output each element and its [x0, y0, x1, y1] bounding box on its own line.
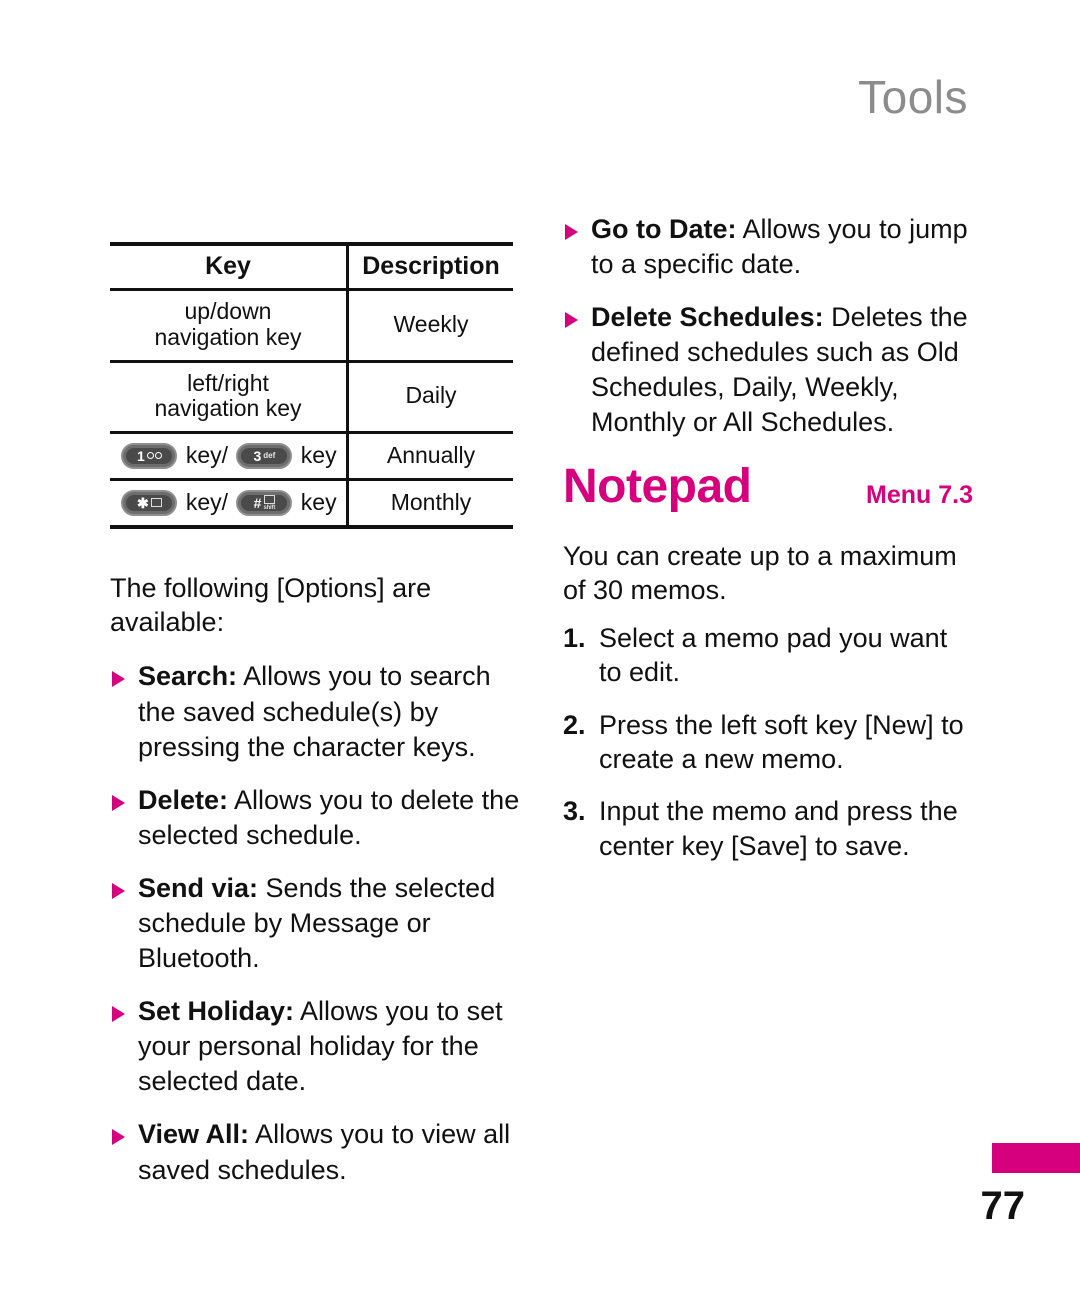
option-item-delete: Delete: Allows you to delete the selecte… — [110, 783, 520, 853]
key-word-2: key — [300, 442, 337, 469]
star-symbol-icon — [150, 498, 162, 508]
key-digit-label: ✱ — [137, 494, 149, 511]
step-text: Select a memo pad you want to edit. — [599, 623, 948, 688]
option-term: Go to Date: — [591, 214, 737, 244]
option-term: Set Holiday: — [138, 996, 295, 1027]
step-item-3: 3. Input the memo and press the center ke… — [563, 794, 973, 863]
options-intro-paragraph: The following [Options] are available: — [110, 572, 432, 638]
page-edge-tab — [992, 1143, 1080, 1173]
page-number: 77 — [980, 1184, 1026, 1228]
bullet-triangle-icon — [565, 312, 578, 329]
option-item-go-to-date: Go to Date: Allows you to jump to a spec… — [563, 212, 973, 282]
chapter-title: Tools — [858, 71, 968, 123]
table-header-key: Key — [110, 242, 348, 291]
table-cell-description: Daily — [346, 361, 513, 434]
bullet-triangle-icon — [565, 224, 578, 240]
key-sub-label: def — [263, 450, 276, 460]
option-term: Search: — [138, 661, 238, 692]
option-term: Send via: — [138, 872, 259, 903]
table-row: left/right navigation key Daily — [110, 361, 513, 434]
right-column: Go to Date: Allows you to jump to a spec… — [563, 200, 973, 881]
table-cell-description: Weekly — [346, 289, 513, 363]
table-row: ✱ key/ # shift key Monthly — [110, 479, 513, 529]
table-header-row: Key Description — [110, 242, 513, 291]
menu-reference: Menu 7.3 — [866, 480, 973, 509]
step-item-2: 2. Press the left soft key [New] to creat… — [563, 708, 973, 777]
key-sub-label: shift — [263, 504, 276, 511]
voicemail-icon — [146, 452, 162, 460]
table-cell-description: Monthly — [346, 479, 513, 529]
notepad-section-heading: Notepad Menu 7.3 — [563, 459, 973, 519]
bullet-triangle-icon — [112, 1129, 125, 1146]
step-number: 1. — [563, 623, 586, 654]
phone-key-1-icon: 1 — [121, 442, 178, 469]
left-column: Key Description up/down navigation key W… — [110, 200, 520, 1206]
step-item-1: 1. Select a memo pad you want to edit. — [563, 621, 973, 690]
table-header-description: Description — [346, 242, 513, 291]
option-item-send-via: Send via: Sends the selected schedule by… — [110, 871, 520, 976]
option-item-set-holiday: Set Holiday: Allows you to set your pers… — [110, 994, 520, 1099]
table-row: 1 key/ 3 def key Annually — [110, 432, 513, 481]
notepad-intro-paragraph: You can create up to a maximum of 30 mem… — [563, 540, 957, 605]
key-label-line2: navigation key — [154, 395, 302, 422]
key-digit-label: 1 — [137, 447, 145, 464]
key-description-table: Key Description up/down navigation key W… — [110, 242, 513, 529]
table-row: up/down navigation key Weekly — [110, 289, 513, 363]
key-word-1: key/ — [185, 442, 228, 469]
option-item-search: Search: Allows you to search the saved s… — [110, 659, 520, 764]
key-label-line1: left/right — [187, 369, 269, 396]
option-term: View All: — [138, 1119, 250, 1150]
shift-icon: shift — [263, 494, 276, 511]
bullet-triangle-icon — [112, 882, 125, 899]
option-term: Delete: — [138, 784, 229, 815]
option-item-delete-schedules: Delete Schedules: Deletes the defined sc… — [563, 300, 973, 440]
table-cell-key: up/down navigation key — [110, 289, 348, 363]
bullet-triangle-icon — [112, 794, 125, 811]
option-item-view-all: View All: Allows you to view all saved s… — [110, 1117, 520, 1187]
phone-key-star-icon: ✱ — [121, 489, 178, 516]
step-number: 3. — [563, 796, 586, 827]
bullet-triangle-icon — [112, 1006, 125, 1023]
step-text: Press the left soft key [New] to create … — [599, 709, 964, 774]
table-cell-description: Annually — [346, 432, 513, 481]
key-word-1: key/ — [185, 488, 228, 515]
step-text: Input the memo and press the center key … — [599, 796, 958, 861]
section-title: Notepad — [563, 459, 752, 513]
option-term: Delete Schedules: — [591, 302, 824, 333]
key-label-line2: navigation key — [154, 323, 302, 350]
phone-key-3-icon: 3 def — [236, 442, 293, 469]
key-word-2: key — [300, 488, 337, 515]
table-cell-key: 1 key/ 3 def key — [110, 432, 348, 481]
phone-key-hash-icon: # shift — [236, 489, 293, 516]
key-digit-label: 3 — [253, 447, 262, 464]
key-digit-label: # — [253, 494, 262, 511]
key-label-line1: up/down — [184, 298, 272, 324]
bullet-triangle-icon — [112, 671, 125, 688]
table-cell-key: left/right navigation key — [110, 361, 348, 434]
step-number: 2. — [563, 709, 586, 740]
table-cell-key: ✱ key/ # shift key — [110, 479, 348, 529]
